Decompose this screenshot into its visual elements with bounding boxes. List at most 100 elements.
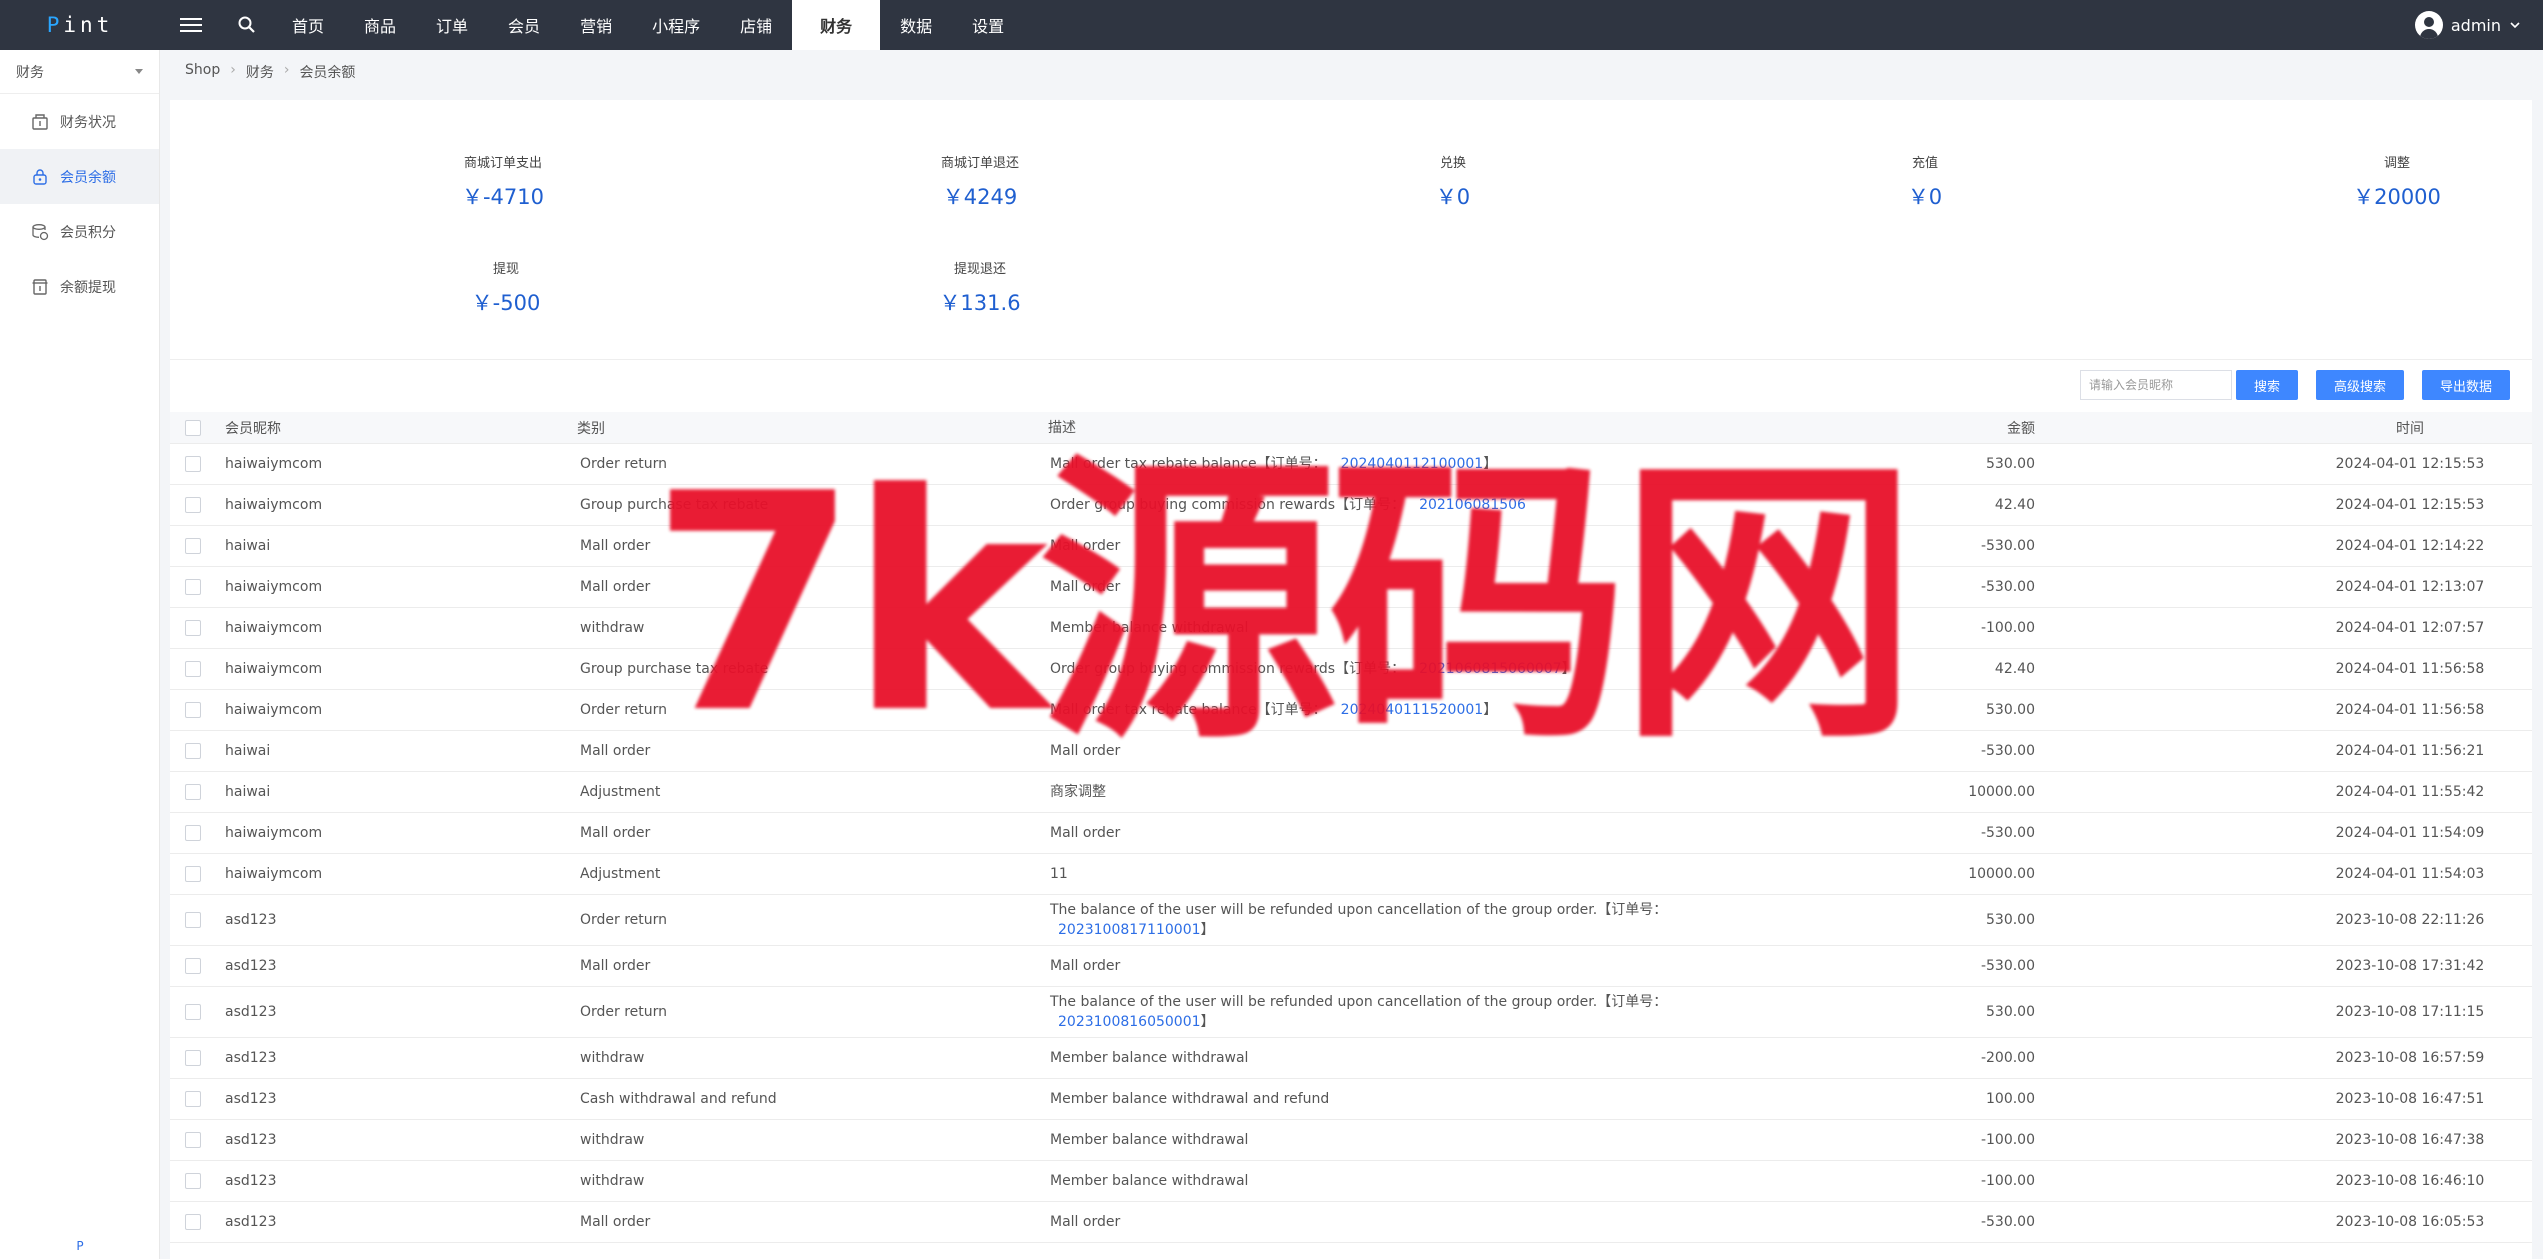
row-description: Mall order bbox=[1050, 958, 1121, 974]
search-button[interactable]: 搜索 bbox=[2235, 370, 2298, 400]
row-description: Member balance withdrawal bbox=[1050, 620, 1249, 636]
row-description-cell: 11 bbox=[1050, 854, 1680, 894]
row-amount: 10000.00 bbox=[1968, 866, 2035, 882]
sidebar: 财务 财务状况 会员余额 会员积分 余额提现 P bbox=[0, 50, 160, 1259]
row-amount: 530.00 bbox=[1986, 1004, 2035, 1020]
order-number-link[interactable]: 2023100816050001 bbox=[1058, 1014, 1201, 1030]
row-nickname: asd123 bbox=[225, 1050, 277, 1066]
order-number-link[interactable]: 202106081506 bbox=[1419, 497, 1526, 513]
row-description-cell: Member balance withdrawal bbox=[1050, 1120, 1680, 1160]
row-description: Mall order tax rebate balance【订单号： bbox=[1050, 456, 1327, 472]
search-icon[interactable] bbox=[237, 15, 257, 35]
order-number-link[interactable]: 2024040112100001 bbox=[1341, 456, 1484, 472]
row-amount: -530.00 bbox=[1980, 958, 2035, 974]
row-checkbox[interactable] bbox=[185, 620, 201, 636]
row-checkbox[interactable] bbox=[185, 743, 201, 759]
row-checkbox[interactable] bbox=[185, 1050, 201, 1066]
row-amount: -530.00 bbox=[1980, 1214, 2035, 1230]
row-description-cell: 商家调整 bbox=[1050, 772, 1680, 812]
stat-value: ￥-4710 bbox=[461, 185, 545, 209]
row-time: 2023-10-08 16:46:10 bbox=[2335, 1173, 2485, 1189]
sidebar-item-finance-status[interactable]: 财务状况 bbox=[0, 94, 159, 149]
nav-products[interactable]: 商品 bbox=[344, 0, 416, 50]
table-row: haiwaiymcom Group purchase tax rebate Orde… bbox=[170, 485, 2532, 526]
order-number-link[interactable]: 2024040111520001 bbox=[1341, 702, 1484, 718]
row-checkbox[interactable] bbox=[185, 1214, 201, 1230]
breadcrumb-current: 会员余额 bbox=[299, 65, 356, 81]
hamburger-menu-icon[interactable] bbox=[180, 14, 202, 36]
breadcrumb-shop[interactable]: Shop bbox=[185, 62, 220, 82]
stat-mall-order-expense: 商城订单支出 ￥-4710 bbox=[403, 152, 603, 211]
breadcrumb-finance[interactable]: 财务 bbox=[246, 62, 274, 82]
breadcrumb: Shop › 财务 › 会员余额 bbox=[185, 62, 355, 82]
stat-value: ￥0 bbox=[1907, 185, 1943, 209]
nav-store[interactable]: 店铺 bbox=[720, 0, 792, 50]
row-checkbox[interactable] bbox=[185, 912, 201, 928]
row-checkbox[interactable] bbox=[185, 538, 201, 554]
sidebar-header[interactable]: 财务 bbox=[0, 50, 159, 94]
row-checkbox[interactable] bbox=[185, 497, 201, 513]
row-checkbox[interactable] bbox=[185, 1091, 201, 1107]
row-checkbox[interactable] bbox=[185, 784, 201, 800]
row-description: The balance of the user will be refunded… bbox=[1050, 994, 1668, 1010]
table-row: asd123 Mall order Mall order -530.00 2023-10… bbox=[170, 1202, 2532, 1243]
row-nickname: haiwaiymcom bbox=[225, 456, 323, 472]
row-category: Mall order bbox=[580, 743, 651, 759]
row-description-cell: The balance of the user will be refunded… bbox=[1050, 895, 1680, 945]
advanced-search-button[interactable]: 高级搜索 bbox=[2315, 370, 2404, 400]
user-name: admin bbox=[2450, 15, 2501, 35]
nav-finance[interactable]: 财务 bbox=[792, 0, 881, 50]
row-checkbox[interactable] bbox=[185, 866, 201, 882]
nav-members[interactable]: 会员 bbox=[488, 0, 560, 50]
sidebar-item-balance-withdraw[interactable]: 余额提现 bbox=[0, 259, 159, 314]
row-checkbox[interactable] bbox=[185, 1173, 201, 1189]
header-amount: 金额 bbox=[2007, 420, 2035, 437]
nav-marketing[interactable]: 营销 bbox=[560, 0, 632, 50]
nav-home[interactable]: 首页 bbox=[272, 0, 344, 50]
nav-settings[interactable]: 设置 bbox=[952, 0, 1024, 50]
row-checkbox[interactable] bbox=[185, 958, 201, 974]
sidebar-item-member-points[interactable]: 会员积分 bbox=[0, 204, 159, 259]
row-amount: -200.00 bbox=[1980, 1050, 2035, 1066]
member-nickname-input[interactable] bbox=[2079, 370, 2232, 400]
table-row: haiwaiymcom Order return Mall order tax re… bbox=[170, 690, 2532, 731]
stat-label: 商城订单支出 bbox=[463, 156, 542, 171]
export-data-button[interactable]: 导出数据 bbox=[2421, 370, 2510, 400]
main-nav: 首页 商品 订单 会员 营销 小程序 店铺 财务 数据 设置 bbox=[272, 0, 1024, 50]
table-row: asd123 Cash withdrawal and refund Member b… bbox=[170, 1079, 2532, 1120]
table-row: asd123 Mall order Mall order -530.00 2023-10… bbox=[170, 946, 2532, 987]
nav-miniprogram[interactable]: 小程序 bbox=[632, 0, 720, 50]
row-description: Member balance withdrawal bbox=[1050, 1050, 1249, 1066]
order-number-link[interactable]: 2023100817110001 bbox=[1058, 922, 1201, 938]
nav-data[interactable]: 数据 bbox=[880, 0, 952, 50]
sidebar-title: 财务 bbox=[16, 64, 44, 81]
row-checkbox[interactable] bbox=[185, 1132, 201, 1148]
select-all-checkbox[interactable] bbox=[185, 419, 201, 436]
row-category: Order return bbox=[580, 912, 668, 928]
header-description: 描述 bbox=[1048, 419, 1076, 436]
table-row: asd123 Order return The balance of the use… bbox=[170, 895, 2532, 946]
stat-label: 兑换 bbox=[1439, 156, 1466, 171]
row-description-cell: Mall order bbox=[1050, 731, 1680, 771]
stat-label: 调整 bbox=[2383, 156, 2410, 171]
order-number-link[interactable]: 2021060815060007 bbox=[1419, 661, 1562, 677]
brand-logo[interactable]: Pint bbox=[0, 0, 160, 50]
main-panel: 商城订单支出 ￥-4710 商城订单退还 ￥4249 兑换 ￥0 充值 ￥0 调整 ￥20… bbox=[170, 100, 2532, 1259]
row-checkbox[interactable] bbox=[185, 825, 201, 841]
row-nickname: asd123 bbox=[225, 912, 277, 928]
stat-adjustment: 调整 ￥20000 bbox=[2297, 152, 2497, 211]
row-checkbox[interactable] bbox=[185, 579, 201, 595]
row-time: 2024-04-01 12:07:57 bbox=[2335, 620, 2485, 636]
finance-icon bbox=[32, 113, 48, 130]
row-checkbox[interactable] bbox=[185, 1004, 201, 1020]
sidebar-item-member-balance[interactable]: 会员余额 bbox=[0, 149, 159, 204]
row-checkbox[interactable] bbox=[185, 661, 201, 677]
nav-orders[interactable]: 订单 bbox=[416, 0, 488, 50]
row-checkbox[interactable] bbox=[185, 702, 201, 718]
row-checkbox[interactable] bbox=[185, 456, 201, 472]
row-nickname: asd123 bbox=[225, 1091, 277, 1107]
user-menu[interactable]: admin bbox=[2414, 0, 2521, 50]
row-nickname: asd123 bbox=[225, 1214, 277, 1230]
row-description: Member balance withdrawal bbox=[1050, 1132, 1249, 1148]
row-amount: -100.00 bbox=[1980, 620, 2035, 636]
